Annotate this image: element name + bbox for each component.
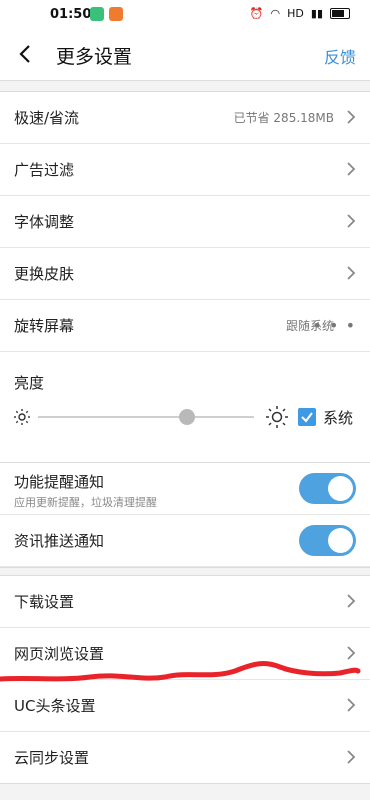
app-notification-icon [109, 7, 123, 21]
news-push-toggle[interactable] [299, 525, 356, 556]
setting-row-uc-headlines[interactable]: UC头条设置 [0, 680, 370, 732]
battery-icon [330, 8, 350, 19]
back-arrow-icon[interactable] [14, 42, 38, 66]
chevron-right-icon [347, 750, 356, 764]
more-icon[interactable]: • • • [313, 316, 356, 335]
chevron-right-icon [347, 214, 356, 228]
app-header: 更多设置 反馈 [0, 30, 370, 81]
brightness-high-icon [266, 406, 288, 428]
setting-row-speed[interactable]: 极速/省流 已节省 285.18MB [0, 92, 370, 144]
setting-label: 资讯推送通知 [14, 532, 105, 550]
setting-label: 广告过滤 [14, 161, 75, 179]
page-title: 更多设置 [56, 46, 133, 68]
setting-label: 功能提醒通知 [14, 473, 105, 491]
signal-icon: ▮▮ [310, 7, 323, 20]
brightness-low-icon [14, 409, 30, 425]
setting-label: UC头条设置 [14, 697, 96, 715]
setting-row-font[interactable]: 字体调整 [0, 196, 370, 248]
setting-row-feature-reminder: 功能提醒通知 应用更新提醒，垃圾清理提醒 [0, 463, 370, 515]
network-label: HD [287, 7, 304, 20]
settings-section-more: 下载设置 网页浏览设置 UC头条设置 云同步设置 [0, 575, 370, 784]
chevron-right-icon [347, 698, 356, 712]
setting-label: 网页浏览设置 [14, 645, 105, 663]
setting-label: 旋转屏幕 [14, 317, 75, 335]
system-brightness-checkbox[interactable] [298, 408, 316, 426]
setting-value: 已节省 285.18MB [233, 111, 334, 125]
setting-label: 极速/省流 [14, 109, 80, 127]
wifi-icon: ◠ [270, 7, 281, 20]
settings-section-general: 极速/省流 已节省 285.18MB 广告过滤 字体调整 更换皮肤 旋转屏幕 跟… [0, 91, 370, 468]
brightness-label: 亮度 [14, 374, 45, 392]
chevron-right-icon [347, 162, 356, 176]
chevron-right-icon [347, 594, 356, 608]
setting-row-news-push: 资讯推送通知 [0, 515, 370, 567]
chevron-right-icon [347, 266, 356, 280]
setting-label: 下载设置 [14, 593, 75, 611]
app-notification-icon [90, 7, 104, 21]
setting-row-download[interactable]: 下载设置 [0, 576, 370, 628]
setting-label: 云同步设置 [14, 749, 90, 767]
alarm-icon: ⏰ [249, 7, 264, 20]
setting-label: 字体调整 [14, 213, 75, 231]
brightness-control: 亮度 系统 [0, 352, 370, 467]
brightness-slider-thumb[interactable] [179, 409, 196, 425]
setting-row-cloud-sync[interactable]: 云同步设置 [0, 732, 370, 783]
feature-reminder-toggle[interactable] [299, 473, 356, 504]
setting-label: 更换皮肤 [14, 265, 75, 283]
setting-row-web-browsing[interactable]: 网页浏览设置 [0, 628, 370, 680]
setting-row-rotate-screen[interactable]: 旋转屏幕 跟随系统 • • • [0, 300, 370, 352]
setting-row-skin[interactable]: 更换皮肤 [0, 248, 370, 300]
settings-section-notifications: 功能提醒通知 应用更新提醒，垃圾清理提醒 资讯推送通知 [0, 462, 370, 568]
status-time: 01:50 [50, 7, 92, 22]
chevron-right-icon [347, 110, 356, 124]
setting-row-ad-filter[interactable]: 广告过滤 [0, 144, 370, 196]
chevron-right-icon [347, 646, 356, 660]
brightness-slider-track[interactable] [38, 416, 254, 418]
setting-subtitle: 应用更新提醒，垃圾清理提醒 [14, 496, 157, 509]
feedback-button[interactable]: 反馈 [324, 44, 356, 68]
status-bar: 01:50 ⏰ ◠ HD ▮▮ [0, 0, 370, 30]
system-brightness-label: 系统 [323, 409, 354, 427]
